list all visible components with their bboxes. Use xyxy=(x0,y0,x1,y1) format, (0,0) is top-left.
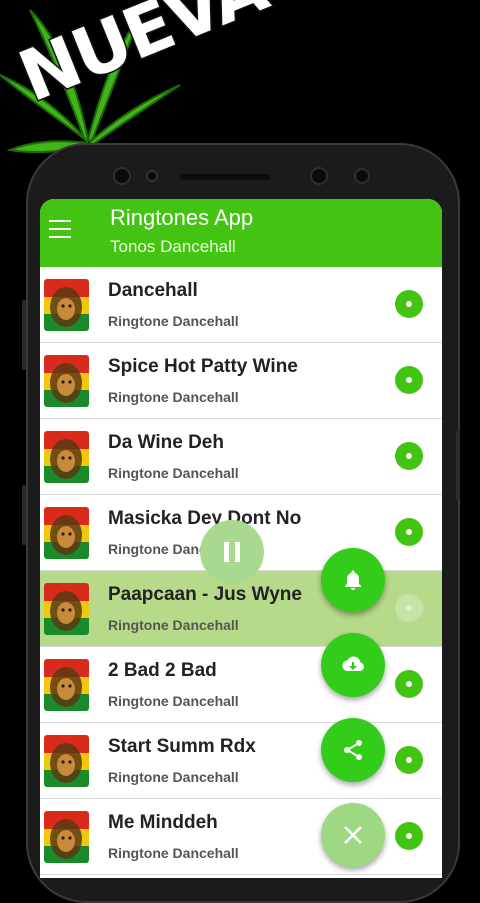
play-icon[interactable] xyxy=(395,822,423,850)
sensor-icon xyxy=(354,168,370,184)
song-subtitle: Ringtone Dancehall xyxy=(108,465,239,481)
song-thumbnail xyxy=(44,583,89,635)
song-subtitle: Ringtone Dancehall xyxy=(108,769,239,785)
song-title: Da Wine Deh xyxy=(108,432,224,453)
phone-side-button xyxy=(22,485,26,545)
list-item[interactable]: Spice Hot Patty Wine Ringtone Dancehall xyxy=(40,343,442,419)
song-subtitle: Ringtone Dancehall xyxy=(108,313,239,329)
play-icon[interactable] xyxy=(395,290,423,318)
set-alarm-button[interactable] xyxy=(321,548,385,612)
phone-side-button xyxy=(22,300,26,370)
song-thumbnail xyxy=(44,659,89,711)
play-icon[interactable] xyxy=(395,442,423,470)
play-icon[interactable] xyxy=(395,366,423,394)
sensor-icon xyxy=(146,170,158,182)
play-icon[interactable] xyxy=(395,746,423,774)
song-thumbnail xyxy=(44,811,89,863)
close-menu-button[interactable] xyxy=(321,803,385,867)
song-title: 2 Bad 2 Bad xyxy=(108,660,217,681)
song-subtitle: Ringtone Dancehall xyxy=(108,389,239,405)
song-title: Start Summ Rdx xyxy=(108,736,256,757)
close-icon xyxy=(344,826,362,844)
song-title: Masicka Dey Dont No xyxy=(108,508,302,529)
pause-button[interactable] xyxy=(200,520,264,584)
song-thumbnail xyxy=(44,735,89,787)
play-icon[interactable] xyxy=(395,518,423,546)
list-item[interactable]: Dancehall Ringtone Dancehall xyxy=(40,267,442,343)
app-bar: Ringtones App Tonos Dancehall xyxy=(40,199,442,267)
hamburger-icon[interactable] xyxy=(49,220,71,238)
app-title: Ringtones App xyxy=(110,205,254,230)
song-thumbnail xyxy=(44,431,89,483)
front-camera-icon xyxy=(310,167,328,185)
song-thumbnail xyxy=(44,355,89,407)
pause-icon xyxy=(224,542,229,562)
play-icon[interactable] xyxy=(395,670,423,698)
song-subtitle: Ringtone Dancehall xyxy=(108,845,239,861)
song-title: Paapcaan - Jus Wyne xyxy=(108,584,302,605)
song-title: Dancehall xyxy=(108,280,198,301)
app-subtitle: Tonos Dancehall xyxy=(110,237,236,256)
front-camera-icon xyxy=(113,167,131,185)
song-thumbnail xyxy=(44,507,89,559)
phone-side-button xyxy=(456,430,460,500)
song-subtitle: Ringtone Dancehall xyxy=(108,617,239,633)
cloud-download-icon xyxy=(342,656,364,671)
download-button[interactable] xyxy=(321,633,385,697)
play-icon[interactable] xyxy=(395,594,423,622)
speaker-grille xyxy=(180,174,270,180)
song-subtitle: Ringtone Dancehall xyxy=(108,693,239,709)
bell-ring-icon xyxy=(345,570,361,590)
song-title: Me Minddeh xyxy=(108,812,218,833)
song-thumbnail xyxy=(44,279,89,331)
song-title: Spice Hot Patty Wine xyxy=(108,356,298,377)
share-button[interactable] xyxy=(321,718,385,782)
share-icon xyxy=(344,740,362,760)
list-item[interactable]: Da Wine Deh Ringtone Dancehall xyxy=(40,419,442,495)
